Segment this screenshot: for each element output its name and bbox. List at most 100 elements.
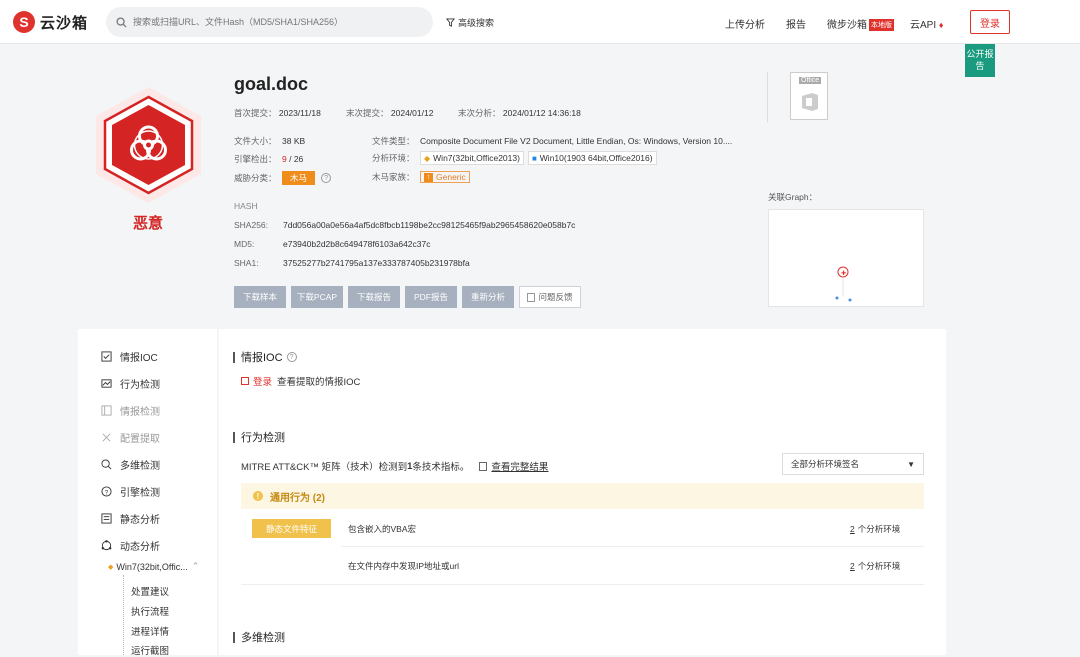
env-node-label: Win7(32bit,Offic... bbox=[116, 561, 188, 572]
family-icon: ↑ bbox=[424, 172, 433, 182]
threat-label: 威胁分类： bbox=[234, 173, 277, 183]
chevron-up-icon: ⌃ bbox=[191, 561, 200, 571]
env-signature-select[interactable]: 全部分析环境签名 ▼ bbox=[782, 453, 924, 475]
first-submit-value: 2023/11/18 bbox=[278, 108, 321, 118]
download-sample-button[interactable]: 下载样本 bbox=[234, 286, 286, 308]
view-full-link[interactable]: 查看完整结果 bbox=[491, 459, 548, 473]
mitre-summary: MITRE ATT&CK™ 矩阵（技术）检测到 1 条技术指标。 查看完整结果 bbox=[241, 459, 548, 474]
search-input[interactable] bbox=[133, 17, 413, 27]
sidebar-label: 多维检测 bbox=[120, 461, 160, 472]
env-tag-win7[interactable]: ◆ Win7(32bit,Office2013) bbox=[420, 151, 524, 165]
sidebar-label: 引擎检测 bbox=[120, 488, 160, 499]
nav-upload[interactable]: 上传分析 bbox=[725, 16, 765, 31]
ioc-login-text: 查看提取的情报IOC bbox=[277, 377, 361, 388]
feedback-button[interactable]: 问题反馈 bbox=[519, 286, 581, 308]
micro-sandbox-label: 微步沙箱 bbox=[827, 20, 867, 31]
graph-node[interactable] bbox=[848, 298, 852, 302]
nav-report[interactable]: 报告 bbox=[786, 16, 806, 31]
nav-micro-sandbox[interactable]: 微步沙箱 本地版 bbox=[827, 16, 894, 32]
sidebar-label: 配置提取 bbox=[120, 434, 160, 445]
sidebar-env-node[interactable]: ◆ Win7(32bit,Offic... ⌃ bbox=[108, 561, 199, 572]
search-box[interactable] bbox=[106, 7, 433, 37]
graph-node[interactable] bbox=[835, 296, 839, 300]
sidebar-sub-process[interactable]: 进程详情 bbox=[131, 624, 169, 638]
download-report-button[interactable]: 下载报告 bbox=[348, 286, 400, 308]
row-divider bbox=[341, 546, 924, 547]
behavior-row-1[interactable]: 包含嵌入的VBA宏 bbox=[348, 523, 416, 535]
section-title: 多维检测 bbox=[241, 632, 285, 644]
sha1-row: SHA1: 37525277b2741795a137e333787405b2319… bbox=[234, 258, 470, 268]
family-label: 木马家族： bbox=[372, 172, 415, 182]
advanced-search-link[interactable]: 高级搜索 bbox=[446, 16, 494, 29]
filter-icon bbox=[446, 18, 455, 27]
sidebar-label: 情报IOC bbox=[120, 353, 158, 364]
env2-text: Win10(1903 64bit,Office2016) bbox=[539, 153, 653, 163]
md5-label: MD5: bbox=[234, 239, 255, 249]
sidebar-item-dynamic[interactable]: 动态分析 bbox=[100, 538, 160, 553]
intel-detect-icon bbox=[100, 404, 113, 417]
family-text: Generic bbox=[436, 172, 466, 182]
sidebar-item-multi[interactable]: 多维检测 bbox=[100, 457, 160, 472]
row-divider bbox=[241, 584, 924, 585]
help-icon[interactable]: ? bbox=[321, 173, 332, 183]
engine-icon: ? bbox=[100, 485, 113, 498]
pdf-report-button[interactable]: PDF报告 bbox=[405, 286, 457, 308]
behavior-row-2[interactable]: 在文件内存中发现IP地址或url bbox=[348, 560, 459, 572]
sha1-label: SHA1: bbox=[234, 258, 259, 268]
office-logo-icon bbox=[802, 93, 818, 111]
sidebar-item-intel-detect[interactable]: 情报检测 bbox=[100, 403, 160, 418]
analysis-env: 分析环境： ◆ Win7(32bit,Office2013) ■ Win10(190… bbox=[372, 151, 657, 165]
sidebar-item-intel-ioc[interactable]: 情报IOC bbox=[100, 349, 158, 364]
engine-label: 引擎检出： bbox=[234, 154, 277, 164]
env-tag-win10[interactable]: ■ Win10(1903 64bit,Office2016) bbox=[527, 151, 657, 165]
sidebar-sub-flow[interactable]: 执行流程 bbox=[131, 604, 169, 618]
sidebar-item-engine[interactable]: ? 引擎检测 bbox=[100, 484, 160, 499]
public-report-button[interactable]: 公开报告 bbox=[965, 44, 995, 77]
last-submit-label: 末次提交： bbox=[346, 108, 389, 118]
logo-icon: S bbox=[13, 11, 35, 33]
sidebar-item-config[interactable]: 配置提取 bbox=[100, 430, 160, 445]
env1-text: Win7(32bit,Office2013) bbox=[433, 153, 520, 163]
engine-total: 26 bbox=[293, 154, 304, 164]
behavior-row-2-env[interactable]: 2 个分析环境 bbox=[850, 560, 900, 572]
behavior-icon bbox=[100, 377, 113, 390]
help-icon[interactable]: ? bbox=[286, 352, 297, 362]
mitre-suffix: 条技术指标。 bbox=[412, 462, 470, 473]
svg-text:✚: ✚ bbox=[841, 270, 846, 277]
nav-cloud-api[interactable]: 云API ♦ bbox=[910, 16, 944, 31]
sidebar-sub-disposal[interactable]: 处置建议 bbox=[131, 584, 169, 598]
section-bar bbox=[233, 351, 235, 363]
family-tag[interactable]: ↑ Generic bbox=[420, 171, 470, 183]
config-icon bbox=[100, 431, 113, 444]
static-feature-tag: 静态文件特征 bbox=[252, 519, 331, 538]
ioc-login-link[interactable]: 登录 bbox=[253, 374, 272, 388]
section-multi: 多维检测 bbox=[233, 629, 285, 645]
relation-graph[interactable]: ✚ bbox=[768, 209, 924, 307]
logo[interactable]: S 云沙箱 bbox=[13, 11, 88, 33]
general-behavior-header[interactable]: ! 通用行为 (2) bbox=[241, 483, 924, 509]
maple-leaf-icon: ♦ bbox=[938, 20, 944, 30]
verdict-label: 恶意 bbox=[133, 215, 164, 232]
login-icon bbox=[241, 377, 249, 385]
ioc-login-row: 登录 查看提取的情报IOC bbox=[241, 374, 360, 388]
feedback-label: 问题反馈 bbox=[538, 292, 573, 302]
sidebar-item-static[interactable]: 静态分析 bbox=[100, 511, 160, 526]
section-title: 情报IOC bbox=[241, 352, 283, 364]
download-pcap-button[interactable]: 下载PCAP bbox=[291, 286, 343, 308]
biohazard-icon bbox=[96, 87, 201, 203]
behavior-row-1-env[interactable]: 2 个分析环境 bbox=[850, 523, 900, 535]
first-submit: 首次提交： 2023/11/18 bbox=[234, 107, 321, 119]
sha256-label: SHA256: bbox=[234, 220, 269, 230]
login-button[interactable]: 登录 bbox=[970, 10, 1010, 34]
env-count: 2 bbox=[850, 524, 855, 534]
sidebar-item-behavior[interactable]: 行为检测 bbox=[100, 376, 160, 391]
office-label: Office bbox=[799, 77, 822, 84]
sha256-row: SHA256: 7dd056a00a0e56a4af5dc8fbcb1198be2… bbox=[234, 220, 575, 230]
file-size: 文件大小： 38 KB bbox=[234, 135, 305, 147]
sha256-value: 7dd056a00a0e56a4af5dc8fbcb1198be2cc98125… bbox=[283, 220, 576, 230]
file-type-value: Composite Document File V2 Document, Lit… bbox=[420, 136, 733, 146]
reanalyze-button[interactable]: 重新分析 bbox=[462, 286, 514, 308]
file-type: 文件类型： Composite Document File V2 Document… bbox=[372, 135, 732, 147]
feedback-icon bbox=[527, 292, 536, 302]
caret-down-icon: ▼ bbox=[907, 459, 915, 469]
